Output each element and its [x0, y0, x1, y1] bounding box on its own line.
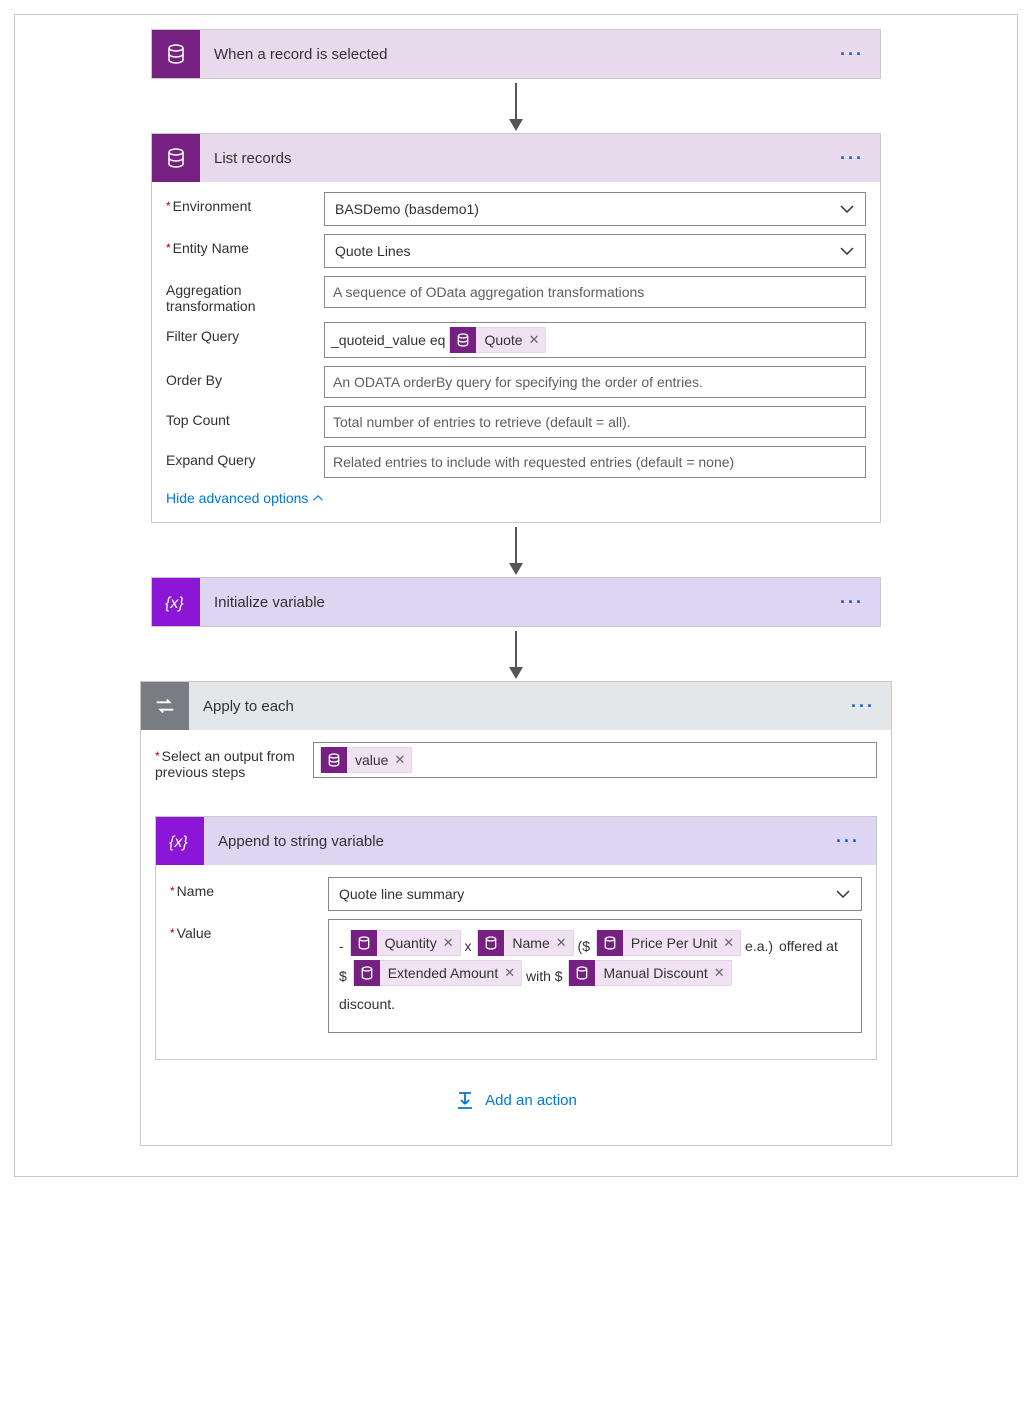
remove-token-icon[interactable]: ✕ — [504, 960, 515, 986]
label-value: Value — [170, 919, 328, 941]
remove-token-icon[interactable]: ✕ — [443, 930, 454, 956]
label-select-output: Select an output from previous steps — [155, 742, 313, 780]
add-action-icon — [455, 1090, 475, 1110]
step-title: Apply to each — [189, 698, 835, 715]
remove-token-icon[interactable]: ✕ — [556, 930, 567, 956]
step-title: Initialize variable — [200, 594, 824, 611]
more-button[interactable]: ··· — [824, 596, 880, 608]
chevron-down-icon — [839, 243, 855, 259]
more-button[interactable]: ··· — [824, 152, 880, 164]
more-button[interactable]: ··· — [824, 48, 880, 60]
chevron-up-icon — [312, 492, 324, 504]
variable-name-dropdown[interactable]: Quote line summary — [328, 877, 862, 911]
step-append-string-variable[interactable]: {x} Append to string variable ··· Name Q… — [155, 816, 877, 1060]
database-icon — [450, 327, 476, 353]
value-input[interactable]: - Quantity✕ x Name✕ ($ Price Per Unit✕ e… — [328, 919, 862, 1033]
connector-arrow — [151, 523, 881, 577]
remove-token-icon[interactable]: ✕ — [714, 960, 725, 986]
token-manual-discount[interactable]: Manual Discount✕ — [568, 960, 731, 986]
database-icon — [321, 747, 347, 773]
select-output-input[interactable]: value ✕ — [313, 742, 877, 778]
order-by-input[interactable]: An ODATA orderBy query for specifying th… — [324, 366, 866, 398]
environment-dropdown[interactable]: BASDemo (basdemo1) — [324, 192, 866, 226]
token-name[interactable]: Name✕ — [477, 930, 573, 956]
aggregation-input[interactable]: A sequence of OData aggregation transfor… — [324, 276, 866, 308]
svg-text:{x}: {x} — [165, 595, 184, 612]
database-icon — [569, 960, 595, 986]
hide-advanced-link[interactable]: Hide advanced options — [166, 486, 324, 508]
database-icon — [152, 30, 200, 78]
remove-token-icon[interactable]: ✕ — [529, 332, 540, 348]
more-button[interactable]: ··· — [820, 835, 876, 847]
label-environment: Environment — [166, 192, 324, 214]
step-list-records[interactable]: List records ··· Environment BASDemo (ba… — [151, 133, 881, 523]
step-title: List records — [200, 150, 824, 167]
step-initialize-variable[interactable]: {x} Initialize variable ··· — [151, 577, 881, 627]
token-quantity[interactable]: Quantity✕ — [350, 930, 461, 956]
connector-arrow — [151, 79, 881, 133]
more-button[interactable]: ··· — [835, 700, 891, 712]
entity-name-dropdown[interactable]: Quote Lines — [324, 234, 866, 268]
database-icon — [354, 960, 380, 986]
filter-query-input[interactable]: _quoteid_value eq Quote ✕ — [324, 322, 866, 358]
label-order-by: Order By — [166, 366, 324, 388]
remove-token-icon[interactable]: ✕ — [723, 930, 734, 956]
loop-icon — [141, 682, 189, 730]
database-icon — [478, 930, 504, 956]
step-title: Append to string variable — [204, 833, 820, 850]
top-count-input[interactable]: Total number of entries to retrieve (def… — [324, 406, 866, 438]
token-extended-amount[interactable]: Extended Amount✕ — [353, 960, 522, 986]
variable-icon: {x} — [156, 817, 204, 865]
database-icon — [152, 134, 200, 182]
database-icon — [351, 930, 377, 956]
token-quote[interactable]: Quote ✕ — [449, 327, 546, 353]
step-apply-to-each[interactable]: Apply to each ··· Select an output from … — [140, 681, 892, 1146]
connector-arrow — [151, 627, 881, 681]
label-top-count: Top Count — [166, 406, 324, 428]
token-value[interactable]: value ✕ — [320, 747, 412, 773]
label-expand-query: Expand Query — [166, 446, 324, 468]
add-action-button[interactable]: Add an action — [455, 1090, 577, 1110]
step-title: When a record is selected — [200, 46, 824, 63]
svg-text:{x}: {x} — [169, 834, 188, 851]
token-price-per-unit[interactable]: Price Per Unit✕ — [596, 930, 741, 956]
step-when-record-selected[interactable]: When a record is selected ··· — [151, 29, 881, 79]
label-filter-query: Filter Query — [166, 322, 324, 344]
label-entity-name: Entity Name — [166, 234, 324, 256]
chevron-down-icon — [835, 886, 851, 902]
expand-query-input[interactable]: Related entries to include with requeste… — [324, 446, 866, 478]
database-icon — [597, 930, 623, 956]
remove-token-icon[interactable]: ✕ — [394, 752, 405, 768]
label-name: Name — [170, 877, 328, 899]
chevron-down-icon — [839, 201, 855, 217]
variable-icon: {x} — [152, 578, 200, 626]
label-aggregation: Aggregation transformation — [166, 276, 324, 314]
